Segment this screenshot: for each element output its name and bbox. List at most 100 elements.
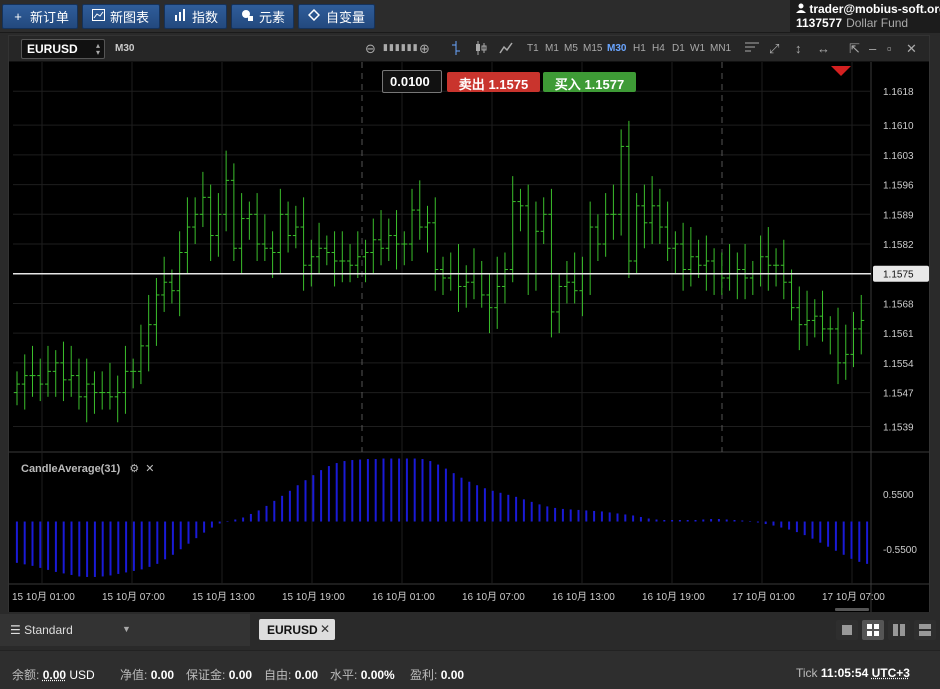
layout-vertical-button[interactable] bbox=[888, 620, 910, 640]
balance-value: 0.00 bbox=[42, 668, 67, 682]
account-number: 1137577 bbox=[796, 16, 843, 30]
tf-m15[interactable]: M15 bbox=[583, 43, 602, 54]
margin-value: 0.00 bbox=[228, 668, 253, 682]
timezone[interactable]: UTC+3 bbox=[872, 666, 910, 680]
equity-value: 0.00 bbox=[150, 668, 175, 682]
margin-level: 水平: 0.00% bbox=[330, 668, 395, 682]
account-panel[interactable]: trader@mobius-soft.org 1137577 Dollar Fun… bbox=[790, 0, 940, 33]
price-tick-label: 1.1618 bbox=[883, 87, 914, 98]
custom-vars-button[interactable]: 自变量 bbox=[298, 4, 375, 29]
tf-m1[interactable]: M1 bbox=[545, 43, 559, 54]
indicator-remove-icon[interactable]: ✕ bbox=[145, 463, 154, 475]
tf-m5[interactable]: M5 bbox=[564, 43, 578, 54]
sell-button[interactable]: 卖出 1.1575 bbox=[447, 72, 540, 92]
buy-price: 1.1577 bbox=[584, 77, 625, 92]
level-value: 0.00% bbox=[360, 668, 395, 682]
sell-price: 1.1575 bbox=[488, 77, 529, 92]
indicator-list-icon[interactable] bbox=[745, 41, 759, 56]
balance-currency: USD bbox=[69, 668, 95, 682]
price-tick-label: 1.1561 bbox=[883, 329, 914, 340]
maximize-icon[interactable]: ▫ bbox=[887, 41, 892, 56]
time-tick-label: 15 10月 01:00 bbox=[12, 591, 75, 603]
price-tick-label: 1.1596 bbox=[883, 181, 914, 192]
indicators-button[interactable]: 指数 bbox=[164, 4, 227, 29]
tf-w1[interactable]: W1 bbox=[690, 43, 705, 54]
symbol-value: EURUSD bbox=[27, 42, 78, 56]
hamburger-icon: ☰ bbox=[10, 623, 21, 637]
zoom-out-icon[interactable]: ⊖ bbox=[365, 41, 376, 57]
indicator-name: CandleAverage(31) bbox=[21, 463, 121, 475]
time-tick-label: 15 10月 13:00 bbox=[192, 591, 255, 603]
layout-select[interactable]: ☰ Standard ▼ bbox=[0, 614, 250, 646]
indicator-settings-icon[interactable]: ⚙ bbox=[129, 463, 139, 475]
symbol-select[interactable]: EURUSD ▴ ▾ bbox=[21, 39, 105, 59]
chart-grid bbox=[9, 62, 929, 612]
layout-horizontal-button[interactable] bbox=[914, 620, 936, 640]
tab-bar: ☰ Standard ▼ EURUSD ✕ bbox=[0, 614, 940, 646]
shapes-icon bbox=[240, 9, 254, 24]
minimize-icon[interactable]: – bbox=[869, 41, 876, 56]
tab-close-icon[interactable]: ✕ bbox=[320, 622, 330, 636]
main-toolbar: + 新订单 新图表 指数 元素 自变量 trader@mobius-soft.or… bbox=[0, 0, 940, 33]
time-tick-label: 17 10月 07:00 bbox=[822, 591, 885, 603]
time-tick-label: 16 10月 01:00 bbox=[372, 591, 435, 603]
lot-size-input[interactable]: 0.0100 bbox=[382, 70, 442, 93]
chart-header: EURUSD ▴ ▾ M30 ⊖ ▮▮▮▮▮▮ ⊕ T1 M1 M5 M15 M3… bbox=[9, 36, 929, 62]
equity: 净值: 0.00 bbox=[120, 668, 175, 682]
chevron-down-icon: ▼ bbox=[122, 624, 131, 634]
server-time: Tick 11:05:54 UTC+3 bbox=[796, 666, 910, 680]
layout-single-button[interactable] bbox=[836, 620, 858, 640]
new-chart-label: 新图表 bbox=[110, 10, 150, 25]
indicator-tick-label: 0.5500 bbox=[883, 490, 914, 501]
time-tick-label: 16 10月 07:00 bbox=[462, 591, 525, 603]
price-tick-label: 1.1582 bbox=[883, 240, 914, 251]
free-margin: 自由: 0.00 bbox=[264, 668, 319, 682]
tf-d1[interactable]: D1 bbox=[672, 43, 685, 54]
sell-label: 卖出 bbox=[458, 77, 485, 92]
current-timeframe: M30 bbox=[115, 43, 135, 54]
chart-window: EURUSD ▴ ▾ M30 ⊖ ▮▮▮▮▮▮ ⊕ T1 M1 M5 M15 M3… bbox=[8, 35, 930, 612]
zoom-in-icon[interactable]: ⊕ bbox=[419, 41, 430, 57]
time-tick-label: 16 10月 19:00 bbox=[642, 591, 705, 603]
status-bar: 余额: 0.00 USD 净值: 0.00 保证金: 0.00 自由: 0.00… bbox=[0, 650, 940, 689]
price-tick-label: 1.1603 bbox=[883, 151, 914, 162]
chart-scrollbar bbox=[835, 608, 869, 611]
time-tick-label: 16 10月 13:00 bbox=[552, 591, 615, 603]
elements-button[interactable]: 元素 bbox=[231, 4, 294, 29]
bar-chart-type-icon[interactable] bbox=[451, 41, 461, 58]
margin: 保证金: 0.00 bbox=[186, 668, 253, 682]
horizontal-line-icon[interactable]: ↔ bbox=[817, 41, 830, 56]
price-tick-label: 1.1610 bbox=[883, 121, 914, 132]
free-value: 0.00 bbox=[294, 668, 319, 682]
layout-grid-button[interactable] bbox=[862, 620, 884, 640]
buy-button[interactable]: 买入 1.1577 bbox=[543, 72, 636, 92]
new-chart-button[interactable]: 新图表 bbox=[82, 4, 160, 29]
new-order-button[interactable]: + 新订单 bbox=[2, 4, 78, 29]
indicators-label: 指数 bbox=[192, 10, 219, 25]
price-tick-label: 1.1554 bbox=[883, 359, 914, 370]
tf-mn1[interactable]: MN1 bbox=[710, 43, 731, 54]
candle-chart-type-icon[interactable] bbox=[475, 41, 487, 58]
price-tick-label: 1.1539 bbox=[883, 423, 914, 434]
profit: 盈利: 0.00 bbox=[410, 668, 465, 682]
profit-value: 0.00 bbox=[440, 668, 465, 682]
tf-t1[interactable]: T1 bbox=[527, 43, 539, 54]
tf-h4[interactable]: H4 bbox=[652, 43, 665, 54]
close-icon[interactable]: ✕ bbox=[906, 41, 917, 57]
indicator-label: CandleAverage(31) ⚙ ✕ bbox=[21, 462, 154, 475]
detach-window-icon[interactable]: ⇱ bbox=[849, 41, 860, 57]
plus-icon: + bbox=[14, 9, 22, 24]
time-tick-label: 15 10月 19:00 bbox=[282, 591, 345, 603]
tab-eurusd[interactable]: EURUSD ✕ bbox=[259, 619, 335, 640]
line-chart-type-icon[interactable] bbox=[499, 41, 513, 58]
new-order-label: 新订单 bbox=[30, 10, 70, 25]
zoom-slider[interactable]: ▮▮▮▮▮▮ bbox=[383, 42, 419, 53]
tf-m30[interactable]: M30 bbox=[607, 43, 626, 54]
layout-name: Standard bbox=[24, 623, 73, 637]
vertical-line-icon[interactable]: ↕ bbox=[795, 41, 802, 56]
trend-line-icon[interactable]: ⤢ bbox=[769, 41, 779, 57]
tf-h1[interactable]: H1 bbox=[633, 43, 646, 54]
time-value: 11:05:54 bbox=[820, 666, 869, 680]
price-chart[interactable]: 1.1618 1.1610 1.1603 1.1596 1.1589 1.1582 1.15… bbox=[9, 62, 929, 612]
current-price-label: 1.1575 bbox=[883, 270, 914, 281]
